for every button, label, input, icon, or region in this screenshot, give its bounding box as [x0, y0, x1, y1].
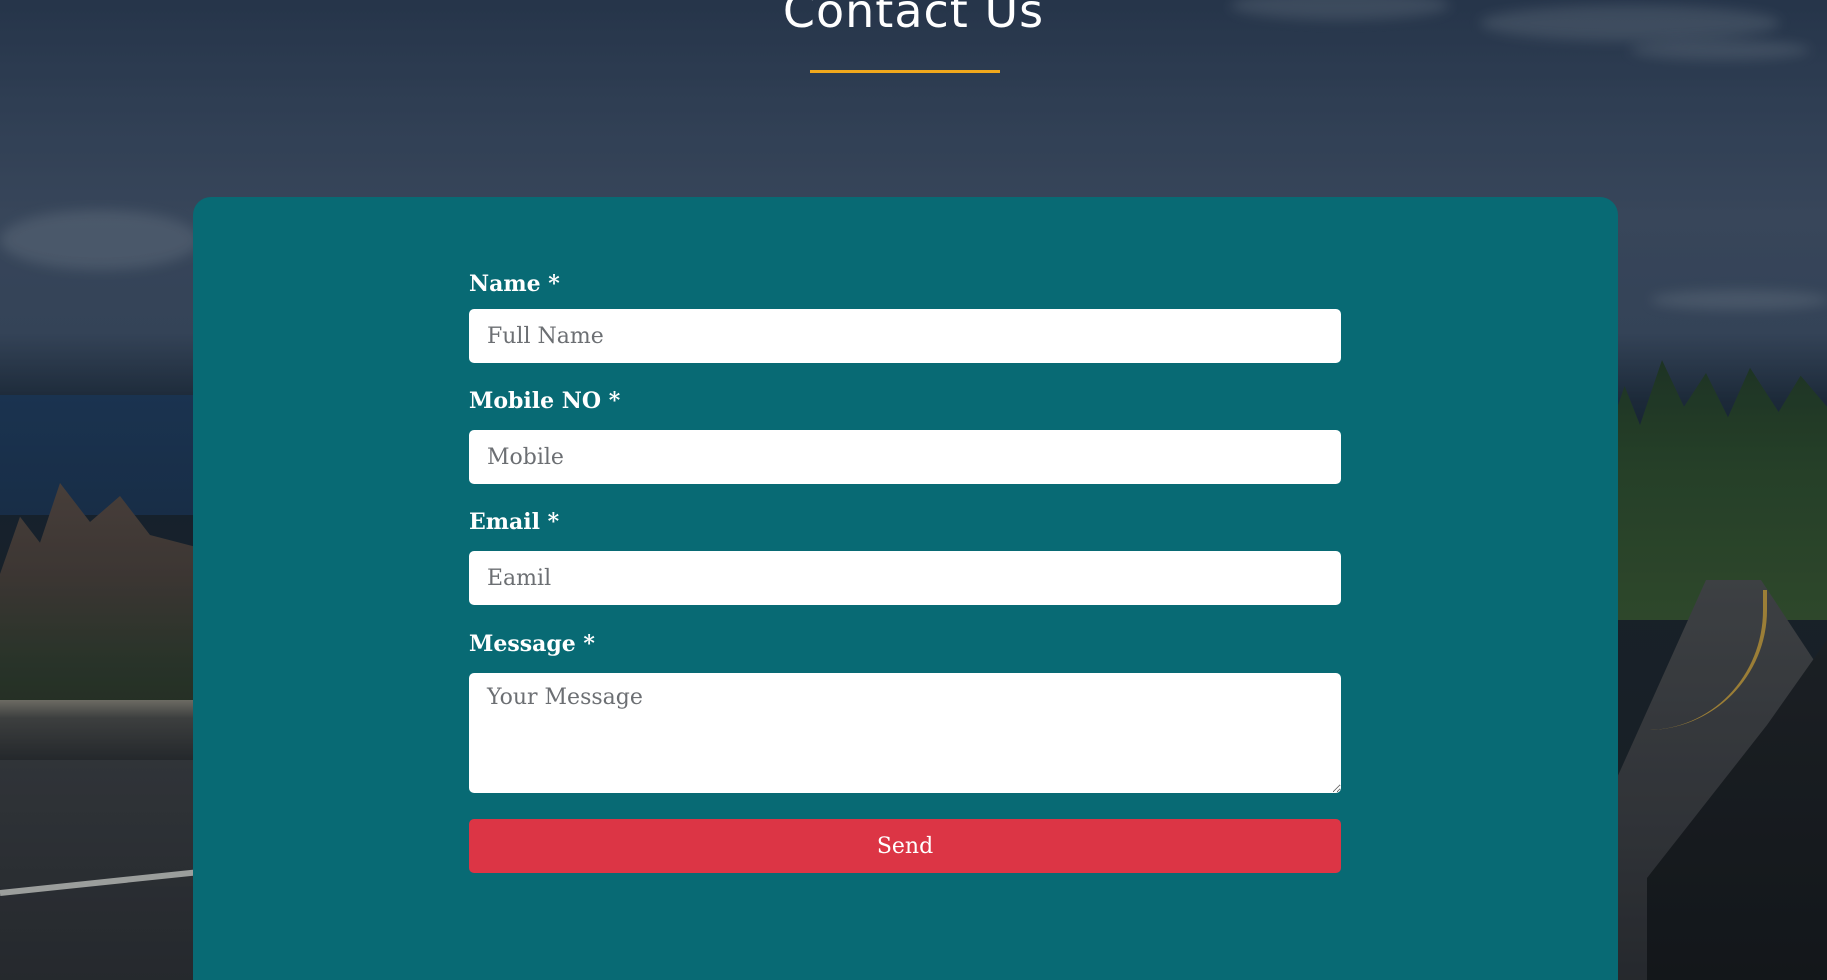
send-button[interactable]: Send	[469, 819, 1341, 873]
name-input[interactable]	[469, 309, 1341, 363]
mobile-input[interactable]	[469, 430, 1341, 484]
mobile-label: Mobile NO *	[469, 388, 621, 414]
message-textarea[interactable]	[469, 673, 1341, 793]
name-label: Name *	[469, 271, 560, 297]
contact-page: Contact Us Name * Mobile NO * Email * Me…	[0, 0, 1827, 980]
title-underline	[810, 70, 1000, 73]
message-label: Message *	[469, 631, 595, 657]
contact-form: Name * Mobile NO * Email * Message * Sen…	[469, 270, 1341, 873]
email-label: Email *	[469, 509, 560, 535]
page-title: Contact Us	[782, 0, 1045, 38]
email-input[interactable]	[469, 551, 1341, 605]
